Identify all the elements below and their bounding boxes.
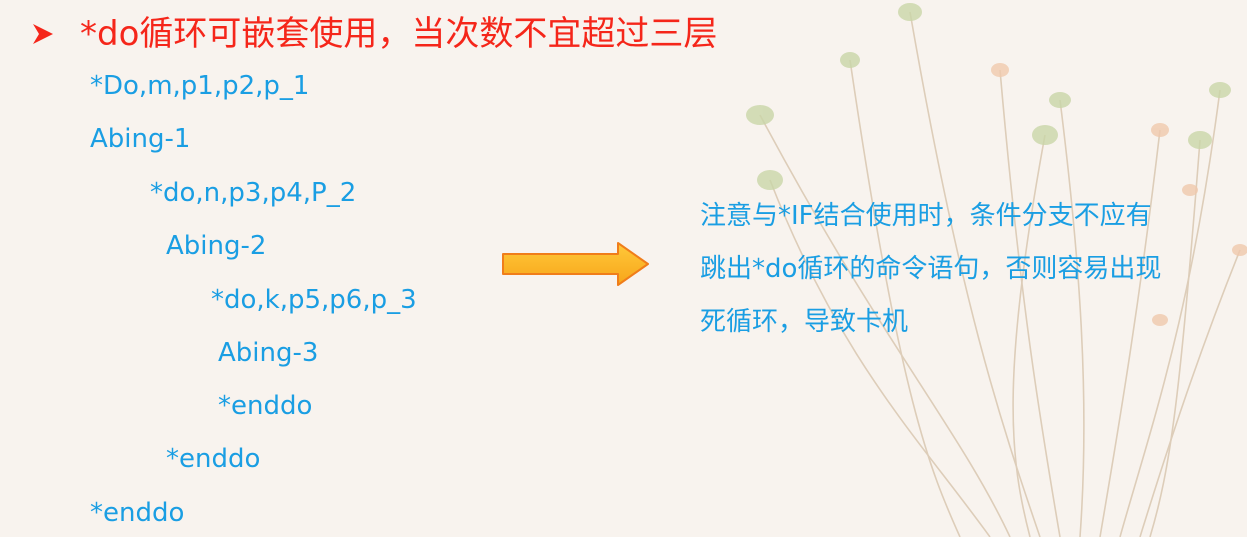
note-line-2: 跳出*do循环的命令语句，否则容易出现 [700,254,1162,284]
right-arrow-icon [502,242,649,286]
code-line-8: *enddo [166,444,261,474]
code-line-5: *do,k,p5,p6,p_3 [211,285,417,315]
slide-heading: *do循环可嵌套使用，当次数不宜超过三层 [80,14,718,54]
arrowhead-bullet-icon [33,24,53,44]
code-line-7: *enddo [218,391,313,421]
note-line-1: 注意与*IF结合使用时，条件分支不应有 [700,201,1152,231]
code-line-1: *Do,m,p1,p2,p_1 [90,71,310,101]
code-line-3: *do,n,p3,p4,P_2 [150,178,357,208]
note-text: 注意与*IF结合使用时，条件分支不应有 跳出*do循环的命令语句，否则容易出现 … [700,190,1240,349]
code-line-9: *enddo [90,498,185,528]
note-line-3: 死循环，导致卡机 [700,307,909,337]
code-line-2: Abing-1 [90,124,191,154]
heading-row: *do循环可嵌套使用，当次数不宜超过三层 [30,10,717,58]
code-line-4: Abing-2 [166,231,267,261]
code-line-6: Abing-3 [218,338,319,368]
